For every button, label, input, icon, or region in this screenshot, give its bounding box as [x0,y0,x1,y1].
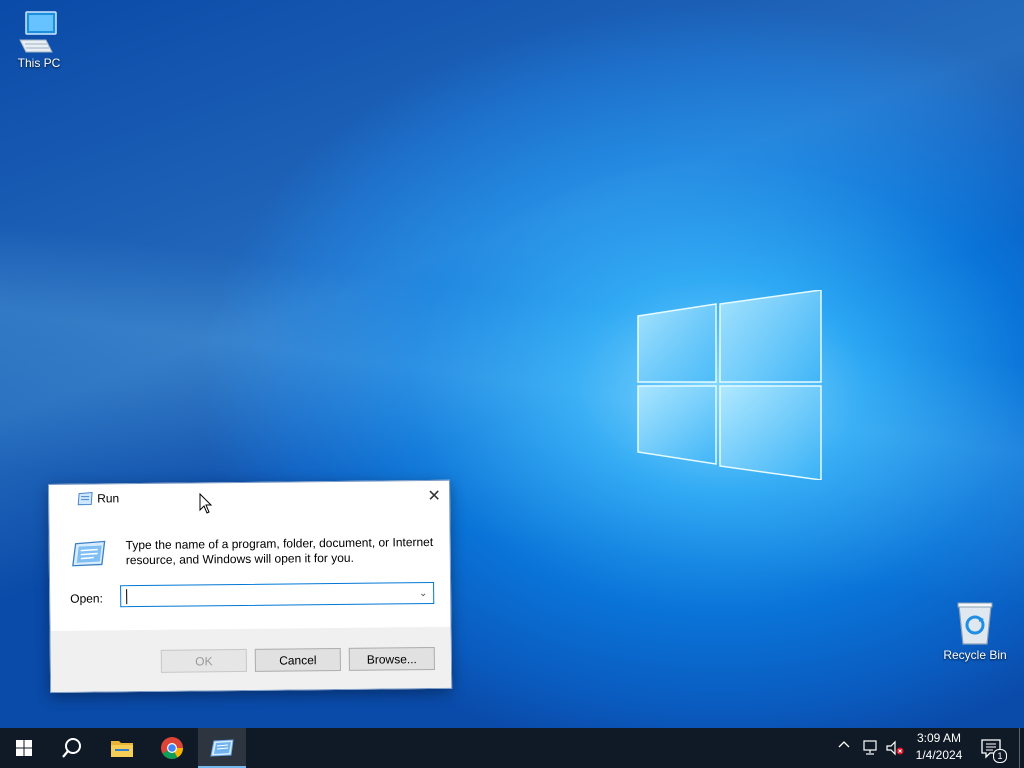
search-button[interactable] [48,728,96,768]
text-caret [126,589,128,605]
taskbar-file-explorer[interactable] [98,728,146,768]
windows-start-icon [16,740,32,756]
open-label: Open: [70,591,103,606]
browse-button[interactable]: Browse... [348,646,435,671]
run-dialog-description: Type the name of a program, folder, docu… [125,534,434,568]
close-icon: ✕ [427,487,441,506]
cancel-button[interactable]: Cancel [254,647,341,672]
volume-muted-icon[interactable] [886,740,904,756]
wallpaper-windows-logo [636,289,822,481]
taskbar-run[interactable] [198,728,246,768]
run-dialog: Run ✕ Type the name of a program, folder… [48,479,453,693]
computer-icon [19,11,57,53]
start-button[interactable] [0,728,48,768]
ok-button[interactable]: OK [160,648,247,673]
run-icon [72,540,106,567]
run-dialog-title: Run [97,491,120,506]
search-icon [62,738,81,758]
taskbar-clock[interactable]: 3:09 AM 1/4/2024 [908,730,970,764]
clock-time: 3:09 AM [916,731,962,745]
taskbar-chrome[interactable] [148,728,196,768]
show-hidden-icons-chevron-up-icon[interactable] [838,739,854,755]
desktop-icon-label: Recycle Bin [943,648,1007,662]
run-dialog-titlebar[interactable]: Run ✕ [49,481,449,515]
close-button[interactable]: ✕ [419,481,449,511]
run-icon [77,491,93,506]
run-icon [210,739,234,757]
chrome-icon [161,737,183,759]
recycle-bin-icon [957,602,993,645]
desktop-icon-label: This PC [17,56,61,70]
desktop-icon-this-pc[interactable]: This PC [0,8,78,70]
open-combobox[interactable]: ⌄ [120,581,435,608]
notification-count-badge: 1 [993,749,1007,763]
clock-date: 1/4/2024 [915,748,963,762]
mouse-pointer-icon [199,493,213,514]
network-icon[interactable] [862,740,880,756]
chevron-down-icon[interactable]: ⌄ [415,584,431,602]
folder-icon [111,741,133,757]
open-input[interactable] [125,585,406,605]
desktop-icon-recycle-bin[interactable]: Recycle Bin [936,600,1014,662]
show-desktop-button[interactable] [1019,728,1024,768]
